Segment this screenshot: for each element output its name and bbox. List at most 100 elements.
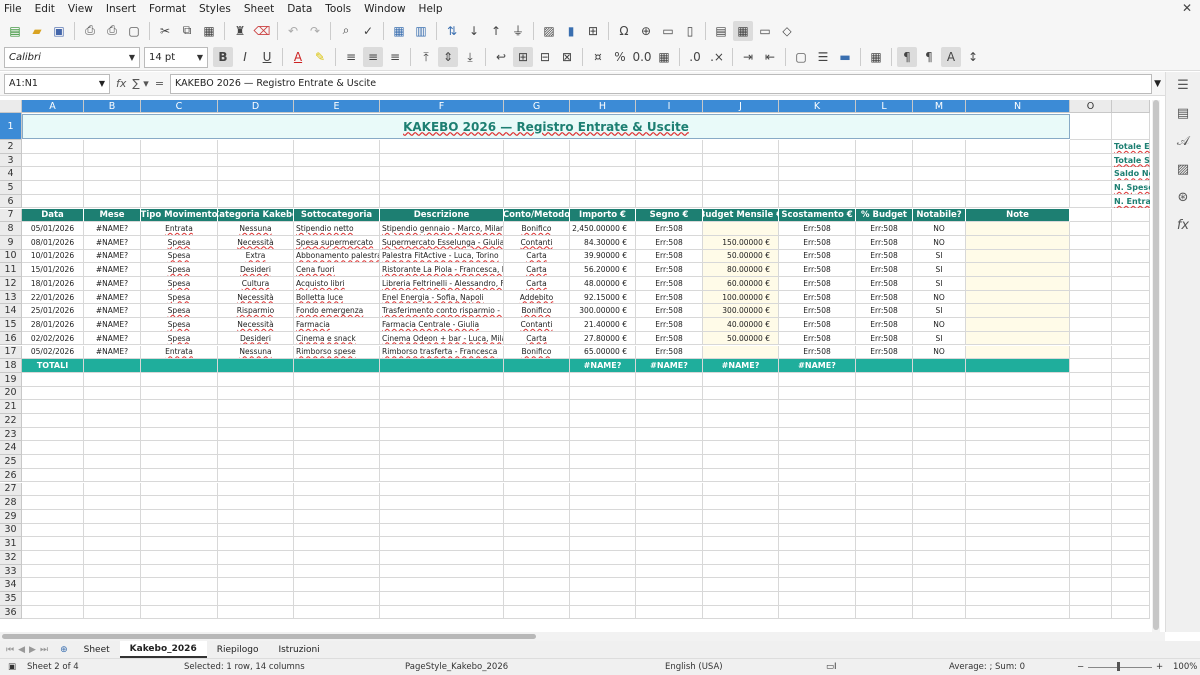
empty-cell[interactable] [1070, 605, 1112, 620]
column-title-10[interactable]: Scostamento € [779, 208, 856, 223]
clone-formatting-icon[interactable]: ♜ [230, 21, 250, 41]
empty-cell[interactable] [856, 167, 913, 182]
empty-cell[interactable] [570, 140, 636, 154]
header-footer-icon[interactable]: ▯ [680, 21, 700, 41]
empty-cell[interactable] [380, 414, 504, 428]
empty-cell[interactable] [570, 496, 636, 510]
data-cell[interactable]: Fondo emergenza [294, 304, 380, 319]
data-cell[interactable]: Spesa [141, 290, 218, 305]
italic-icon[interactable]: I [235, 47, 255, 67]
empty-cell[interactable] [141, 414, 218, 428]
highlight-color-icon[interactable]: ✎ [310, 47, 330, 67]
totals-cell[interactable] [380, 359, 504, 373]
empty-cell[interactable] [218, 194, 294, 209]
name-box[interactable]: A1:N1 ▼ [4, 73, 110, 94]
empty-cell[interactable] [1070, 263, 1112, 277]
data-cell[interactable]: SI [913, 304, 966, 319]
empty-cell[interactable] [913, 140, 966, 154]
data-cell[interactable]: 05/02/2026 [22, 345, 84, 360]
empty-cell[interactable] [703, 509, 779, 524]
empty-cell[interactable] [84, 181, 141, 195]
empty-cell[interactable] [1070, 427, 1112, 442]
empty-cell[interactable] [504, 167, 570, 182]
empty-cell[interactable] [1112, 113, 1150, 140]
data-cell[interactable]: #NAME? [84, 304, 141, 319]
empty-cell[interactable] [84, 578, 141, 593]
undo-icon[interactable]: ↶ [283, 21, 303, 41]
empty-cell[interactable] [1070, 153, 1112, 168]
data-cell[interactable]: Err:508 [636, 235, 703, 250]
column-header-e[interactable]: E [294, 100, 380, 113]
empty-cell[interactable] [703, 551, 779, 565]
empty-cell[interactable] [22, 441, 84, 456]
empty-cell[interactable] [570, 427, 636, 442]
font-name-combo[interactable]: Calibri ▼ [4, 46, 140, 68]
empty-cell[interactable] [141, 509, 218, 524]
text-stacked-icon[interactable]: ↕ [963, 47, 983, 67]
empty-cell[interactable] [779, 400, 856, 414]
row-header-31[interactable]: 31 [0, 537, 22, 551]
zoom-level[interactable]: 100% [1173, 662, 1197, 672]
format-currency-icon[interactable]: ¤ [588, 47, 608, 67]
empty-cell[interactable] [779, 427, 856, 442]
data-cell[interactable] [703, 222, 779, 236]
empty-cell[interactable] [1070, 468, 1112, 483]
data-cell[interactable] [966, 235, 1070, 250]
empty-cell[interactable] [380, 455, 504, 469]
data-cell[interactable]: Err:508 [856, 249, 913, 264]
empty-cell[interactable] [218, 523, 294, 538]
empty-cell[interactable] [1070, 537, 1112, 551]
empty-cell[interactable] [504, 523, 570, 538]
empty-cell[interactable] [22, 537, 84, 551]
empty-cell[interactable] [1112, 331, 1150, 346]
data-cell[interactable]: Err:508 [636, 318, 703, 332]
align-right-icon[interactable]: ≡ [385, 47, 405, 67]
data-cell[interactable]: Stipendio netto [294, 222, 380, 236]
empty-cell[interactable] [84, 468, 141, 483]
empty-cell[interactable] [1070, 359, 1112, 373]
empty-cell[interactable] [504, 153, 570, 168]
borders-icon[interactable]: ▢ [791, 47, 811, 67]
tab-riepilogo[interactable]: Riepilogo [207, 641, 269, 658]
data-cell[interactable]: 05/01/2026 [22, 222, 84, 236]
empty-cell[interactable] [636, 468, 703, 483]
empty-cell[interactable] [294, 181, 380, 195]
empty-cell[interactable] [22, 551, 84, 565]
empty-cell[interactable] [218, 386, 294, 401]
empty-cell[interactable] [22, 523, 84, 538]
menu-item-window[interactable]: Window [364, 3, 405, 15]
column-title-13[interactable]: Note [966, 208, 1070, 223]
empty-cell[interactable] [966, 523, 1070, 538]
empty-cell[interactable] [913, 523, 966, 538]
empty-cell[interactable] [570, 386, 636, 401]
column-header-h[interactable]: H [570, 100, 636, 113]
empty-cell[interactable] [84, 153, 141, 168]
summary-label[interactable]: Totale Spe [1114, 156, 1150, 167]
data-cell[interactable]: #NAME? [84, 345, 141, 360]
column-header-m[interactable]: M [913, 100, 966, 113]
data-cell[interactable]: Desideri [218, 331, 294, 346]
empty-cell[interactable] [779, 414, 856, 428]
empty-cell[interactable] [1070, 304, 1112, 319]
data-cell[interactable]: Spesa [141, 235, 218, 250]
data-cell[interactable]: Err:508 [779, 263, 856, 277]
data-cell[interactable]: Cinema e snack [294, 331, 380, 346]
add-decimal-icon[interactable]: .0 [685, 47, 705, 67]
empty-cell[interactable] [913, 551, 966, 565]
empty-cell[interactable] [966, 578, 1070, 593]
add-sheet-icon[interactable]: ⊕ [60, 645, 68, 655]
pivot-table-icon[interactable]: ⊞ [583, 21, 603, 41]
data-cell[interactable]: Err:508 [779, 345, 856, 360]
summary-label[interactable]: Saldo Netto [1114, 169, 1150, 180]
empty-cell[interactable] [570, 167, 636, 182]
empty-cell[interactable] [570, 509, 636, 524]
close-document-icon[interactable]: ✕ [1182, 1, 1192, 15]
empty-cell[interactable] [636, 386, 703, 401]
delete-decimal-icon[interactable]: .× [707, 47, 727, 67]
data-cell[interactable]: 50.00000 € [703, 331, 779, 346]
data-cell[interactable]: Contanti [504, 235, 570, 250]
empty-cell[interactable] [1070, 523, 1112, 538]
empty-cell[interactable] [703, 414, 779, 428]
empty-cell[interactable] [84, 400, 141, 414]
empty-cell[interactable] [84, 441, 141, 456]
